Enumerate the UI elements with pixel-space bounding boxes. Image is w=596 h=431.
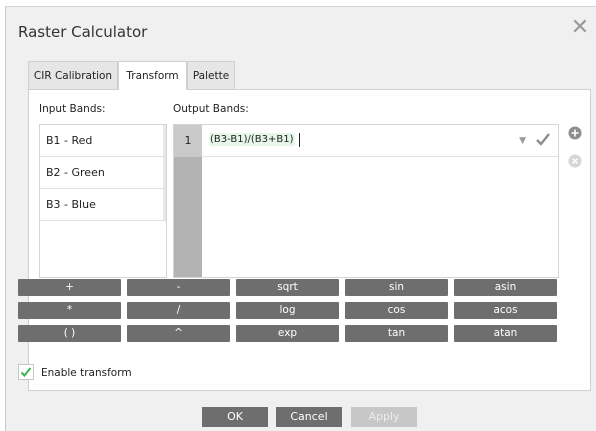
tab-cir-calibration[interactable]: CIR Calibration <box>28 61 118 89</box>
tab-palette[interactable]: Palette <box>187 61 235 89</box>
operator-button[interactable]: - <box>127 279 230 296</box>
output-bands-list: 1 (B3-B1)/(B3+B1) ▼ <box>173 124 559 278</box>
raster-calculator-dialog: Raster Calculator ✕ CIR Calibration Tran… <box>5 6 596 431</box>
operator-button[interactable]: atan <box>454 325 557 342</box>
operator-button[interactable]: sin <box>345 279 448 296</box>
enable-transform-checkbox[interactable] <box>18 364 34 380</box>
operator-button[interactable]: * <box>18 302 121 319</box>
input-bands-list[interactable]: B1 - Red B2 - Green B3 - Blue <box>39 124 167 278</box>
close-icon[interactable]: ✕ <box>569 17 591 39</box>
operator-button[interactable]: cos <box>345 302 448 319</box>
plus-circle-icon[interactable] <box>568 126 582 143</box>
enable-transform-label: Enable transform <box>41 367 132 379</box>
apply-button[interactable]: Apply <box>351 407 417 427</box>
input-band-item[interactable]: B1 - Red <box>40 125 166 157</box>
operator-button[interactable]: log <box>236 302 339 319</box>
transform-panel: Input Bands: Output Bands: B1 - Red B2 -… <box>28 89 591 391</box>
input-band-item[interactable]: B2 - Green <box>40 157 166 189</box>
input-band-item[interactable]: B3 - Blue <box>40 189 166 221</box>
checkmark-icon[interactable] <box>534 129 552 152</box>
expression-row[interactable]: (B3-B1)/(B3+B1) ▼ <box>202 125 558 157</box>
operator-button[interactable]: sqrt <box>236 279 339 296</box>
operator-button[interactable]: ( ) <box>18 325 121 342</box>
operator-button[interactable]: ^ <box>127 325 230 342</box>
x-circle-icon[interactable] <box>568 154 582 171</box>
expression-input[interactable]: (B3-B1)/(B3+B1) <box>209 133 295 146</box>
operator-button[interactable]: / <box>127 302 230 319</box>
input-bands-label: Input Bands: <box>39 103 106 115</box>
row-number: 1 <box>184 134 192 147</box>
dialog-title: Raster Calculator <box>18 23 148 41</box>
cancel-button[interactable]: Cancel <box>276 407 342 427</box>
text-caret <box>299 133 300 147</box>
ok-button[interactable]: OK <box>202 407 268 427</box>
operator-button[interactable]: acos <box>454 302 557 319</box>
operator-button[interactable]: + <box>18 279 121 296</box>
operator-button[interactable]: exp <box>236 325 339 342</box>
tab-transform[interactable]: Transform <box>118 61 187 90</box>
operator-button[interactable]: asin <box>454 279 557 296</box>
output-bands-label: Output Bands: <box>173 103 249 115</box>
operator-button[interactable]: tan <box>345 325 448 342</box>
chevron-down-icon[interactable]: ▼ <box>519 136 526 146</box>
